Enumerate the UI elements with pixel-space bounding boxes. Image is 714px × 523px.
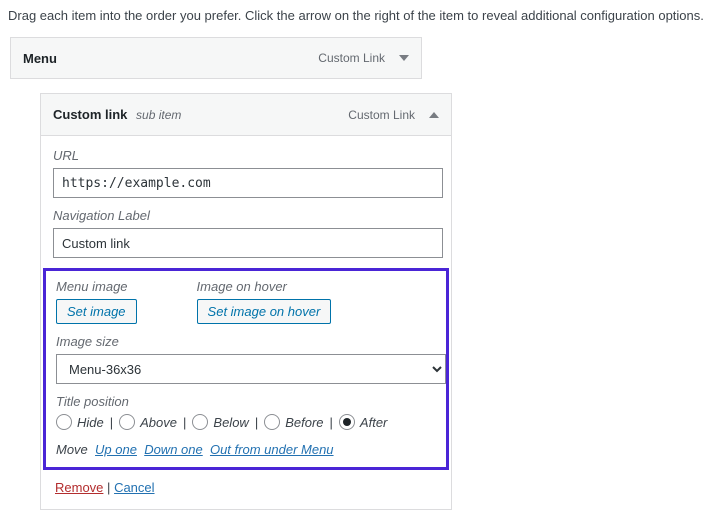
menu-item-title: Menu (23, 51, 57, 66)
radio-above-label: Above (140, 415, 177, 430)
chevron-down-icon[interactable] (399, 55, 409, 61)
radio-above[interactable] (119, 414, 135, 430)
move-row: Move Up one Down one Out from under Menu (56, 442, 436, 457)
image-on-hover-label: Image on hover (197, 279, 332, 294)
radio-separator: | (255, 415, 258, 430)
radio-separator: | (330, 415, 333, 430)
radio-after[interactable] (339, 414, 355, 430)
navigation-label-label: Navigation Label (53, 208, 439, 223)
cancel-link[interactable]: Cancel (114, 480, 154, 495)
menu-image-settings-highlight: Menu image Set image Image on hover Set … (43, 268, 449, 470)
radio-below-label: Below (213, 415, 248, 430)
radio-below[interactable] (192, 414, 208, 430)
menu-item-bar-parent[interactable]: Menu Custom Link (10, 37, 422, 79)
set-image-on-hover-button[interactable]: Set image on hover (197, 299, 332, 324)
image-size-label: Image size (56, 334, 436, 349)
menu-item-type: Custom Link (318, 51, 385, 65)
radio-separator: | (110, 415, 113, 430)
move-up-link[interactable]: Up one (95, 442, 137, 457)
move-label: Move (56, 442, 88, 457)
move-out-link[interactable]: Out from under Menu (210, 442, 334, 457)
remove-link[interactable]: Remove (55, 480, 103, 495)
sub-item-subtitle: sub item (136, 108, 181, 122)
image-size-select[interactable]: Menu-36x36 (56, 354, 446, 384)
instructions-text: Drag each item into the order you prefer… (8, 8, 706, 23)
url-input[interactable] (53, 168, 443, 198)
menu-item-settings-panel: Custom link sub item Custom Link URL Nav… (40, 93, 452, 510)
url-label: URL (53, 148, 439, 163)
sub-item-type: Custom Link (348, 108, 415, 122)
navigation-label-input[interactable] (53, 228, 443, 258)
radio-before-label: Before (285, 415, 323, 430)
radio-separator: | (183, 415, 186, 430)
title-position-label: Title position (56, 394, 436, 409)
chevron-up-icon[interactable] (429, 112, 439, 118)
menu-item-bar-sub[interactable]: Custom link sub item Custom Link (41, 94, 451, 136)
radio-hide[interactable] (56, 414, 72, 430)
move-down-link[interactable]: Down one (144, 442, 203, 457)
sub-item-title: Custom link (53, 107, 127, 122)
menu-image-label: Menu image (56, 279, 137, 294)
item-footer-links: Remove | Cancel (55, 480, 439, 495)
footer-separator: | (107, 480, 110, 495)
set-image-button[interactable]: Set image (56, 299, 137, 324)
radio-hide-label: Hide (77, 415, 104, 430)
radio-before[interactable] (264, 414, 280, 430)
radio-after-label: After (360, 415, 387, 430)
title-position-radios: Hide | Above | Below | Before | (56, 414, 436, 430)
